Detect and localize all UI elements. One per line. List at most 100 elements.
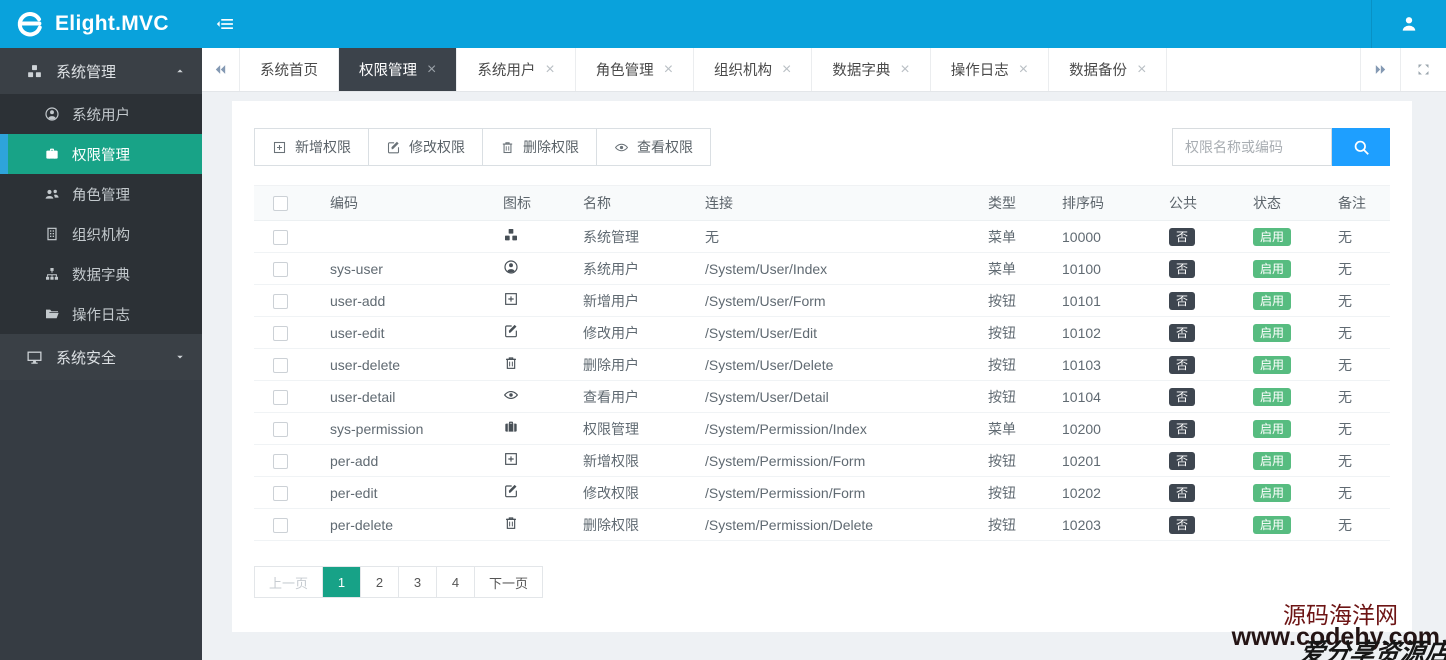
cell-name: 删除权限 (559, 508, 681, 541)
row-checkbox[interactable] (272, 325, 288, 341)
pagination-next-button[interactable]: 下一页 (474, 567, 543, 597)
row-checkbox[interactable] (272, 453, 288, 469)
status-badge: 启用 (1253, 259, 1292, 278)
cell-link: /System/Permission/Form (681, 476, 964, 509)
public-badge: 否 (1169, 355, 1196, 374)
sidebar-item-label: 系统用户 (72, 107, 130, 124)
cell-type: 菜单 (964, 252, 1038, 285)
tab[interactable]: 系统首页 (240, 48, 339, 91)
tab-label: 角色管理 (595, 63, 654, 79)
cell-status: 启用 (1229, 508, 1314, 541)
cell-link: /System/User/Form (681, 284, 964, 317)
row-checkbox[interactable] (272, 517, 288, 533)
table-row: per-edit 修改权限/System/Permission/Form 按钮 102… (254, 476, 1390, 509)
cell-name: 修改权限 (559, 476, 681, 509)
sidebar-item[interactable]: 组织机构 (0, 214, 202, 254)
hamburger-icon (215, 14, 235, 34)
sidebar-item[interactable]: 角色管理 (0, 174, 202, 214)
table-row: user-edit 修改用户/System/User/Edit 按钮 10102 否 启用… (254, 316, 1390, 349)
fullscreen-button[interactable] (1400, 48, 1446, 91)
folder-icon (44, 306, 60, 322)
cell-public: 否 (1145, 444, 1229, 477)
desktop-icon (26, 349, 43, 366)
tab[interactable]: 数据字典 × (812, 48, 931, 91)
cell-code: per-add (306, 444, 479, 477)
cell-sort: 10103 (1038, 348, 1145, 381)
cell-name: 修改用户 (559, 316, 681, 349)
pagination-page-button[interactable]: 2 (360, 567, 399, 597)
tab[interactable]: 组织机构 × (694, 48, 813, 91)
cell-icon (479, 220, 559, 253)
tabs-scroll-left-button[interactable] (202, 48, 240, 91)
pagination-prev-button[interactable]: 上一页 (255, 567, 323, 597)
row-checkbox[interactable] (272, 261, 288, 277)
search-input[interactable] (1172, 128, 1332, 166)
row-checkbox[interactable] (272, 357, 288, 373)
tab-close-icon[interactable]: × (782, 61, 791, 78)
sidebar-item[interactable]: 系统用户 (0, 94, 202, 134)
tab-close-icon[interactable]: × (664, 61, 673, 78)
toolbar-button[interactable]: 删除权限 (482, 128, 597, 166)
cell-name: 系统用户 (559, 252, 681, 285)
tab[interactable]: 系统用户 × (457, 48, 576, 91)
cell-sort: 10104 (1038, 380, 1145, 413)
building-icon (44, 226, 60, 242)
user-circle-icon (44, 106, 60, 122)
topbar: Elight.MVC (0, 0, 1446, 48)
tab-close-icon[interactable]: × (545, 61, 554, 78)
sidebar-group[interactable]: 系统管理 (0, 48, 202, 94)
tab-close-icon[interactable]: × (900, 61, 909, 78)
cell-type: 按钮 (964, 380, 1038, 413)
search-button[interactable] (1332, 128, 1390, 166)
tab[interactable]: 权限管理 × (339, 48, 458, 91)
toolbar: 新增权限 修改权限 删除权限 查看权限 (254, 128, 1390, 166)
row-checkbox[interactable] (272, 293, 288, 309)
search-box (1172, 128, 1390, 166)
user-menu-button[interactable] (1372, 0, 1446, 48)
row-checkbox[interactable] (272, 229, 288, 245)
tab-close-icon[interactable]: × (427, 61, 436, 78)
cell-icon (479, 252, 559, 285)
cell-public: 否 (1145, 284, 1229, 317)
sitemap-icon (44, 266, 60, 282)
status-badge: 启用 (1253, 515, 1292, 534)
cell-note: 无 (1314, 348, 1390, 381)
sidebar-item[interactable]: 数据字典 (0, 254, 202, 294)
toolbar-button[interactable]: 修改权限 (368, 128, 483, 166)
cell-link: /System/User/Index (681, 252, 964, 285)
pagination-page-button[interactable]: 3 (398, 567, 437, 597)
public-badge: 否 (1169, 515, 1196, 534)
cell-public: 否 (1145, 476, 1229, 509)
row-checkbox[interactable] (272, 485, 288, 501)
tab-close-icon[interactable]: × (1137, 61, 1146, 78)
cell-type: 按钮 (964, 508, 1038, 541)
cell-link: /System/User/Detail (681, 380, 964, 413)
toolbar-button[interactable]: 查看权限 (596, 128, 711, 166)
tab-close-icon[interactable]: × (1019, 61, 1028, 78)
sidebar-item[interactable]: 操作日志 (0, 294, 202, 334)
cell-icon (479, 348, 559, 381)
cell-status: 启用 (1229, 476, 1314, 509)
toolbar-button-label: 查看权限 (637, 139, 693, 155)
tab-strip: 系统首页 权限管理 × 系统用户 × 角色管理 × 组织机构 × 数据字典 × 操作日志 × 数据备份 × (240, 48, 1360, 91)
sidebar-toggle-button[interactable] (202, 0, 248, 48)
cell-status: 启用 (1229, 316, 1314, 349)
tab[interactable]: 操作日志 × (930, 48, 1050, 91)
trash-icon (503, 355, 519, 371)
pagination-page-button[interactable]: 1 (322, 567, 361, 597)
public-badge: 否 (1169, 291, 1196, 310)
row-checkbox[interactable] (272, 389, 288, 405)
sidebar-group[interactable]: 系统安全 (0, 334, 202, 380)
pagination-page-button[interactable]: 4 (436, 567, 475, 597)
tab[interactable]: 角色管理 × (575, 48, 695, 91)
tab[interactable]: 数据备份 × (1049, 48, 1168, 91)
toolbar-button[interactable]: 新增权限 (254, 128, 369, 166)
users-icon (44, 186, 60, 202)
cell-name: 新增用户 (559, 284, 681, 317)
permission-panel: 新增权限修改权限删除权限查看权限 编码图标名称连接类型排序码公共状态备注 系统管… (232, 101, 1412, 632)
select-all-checkbox[interactable] (272, 196, 288, 212)
sidebar-item[interactable]: 权限管理 (0, 134, 202, 174)
tabs-scroll-right-button[interactable] (1360, 48, 1400, 91)
sidebar: 系统管理系统用户权限管理 角色管理 组织机构 数据字典 操作日志 系统安全 (0, 48, 202, 660)
row-checkbox[interactable] (272, 421, 288, 437)
